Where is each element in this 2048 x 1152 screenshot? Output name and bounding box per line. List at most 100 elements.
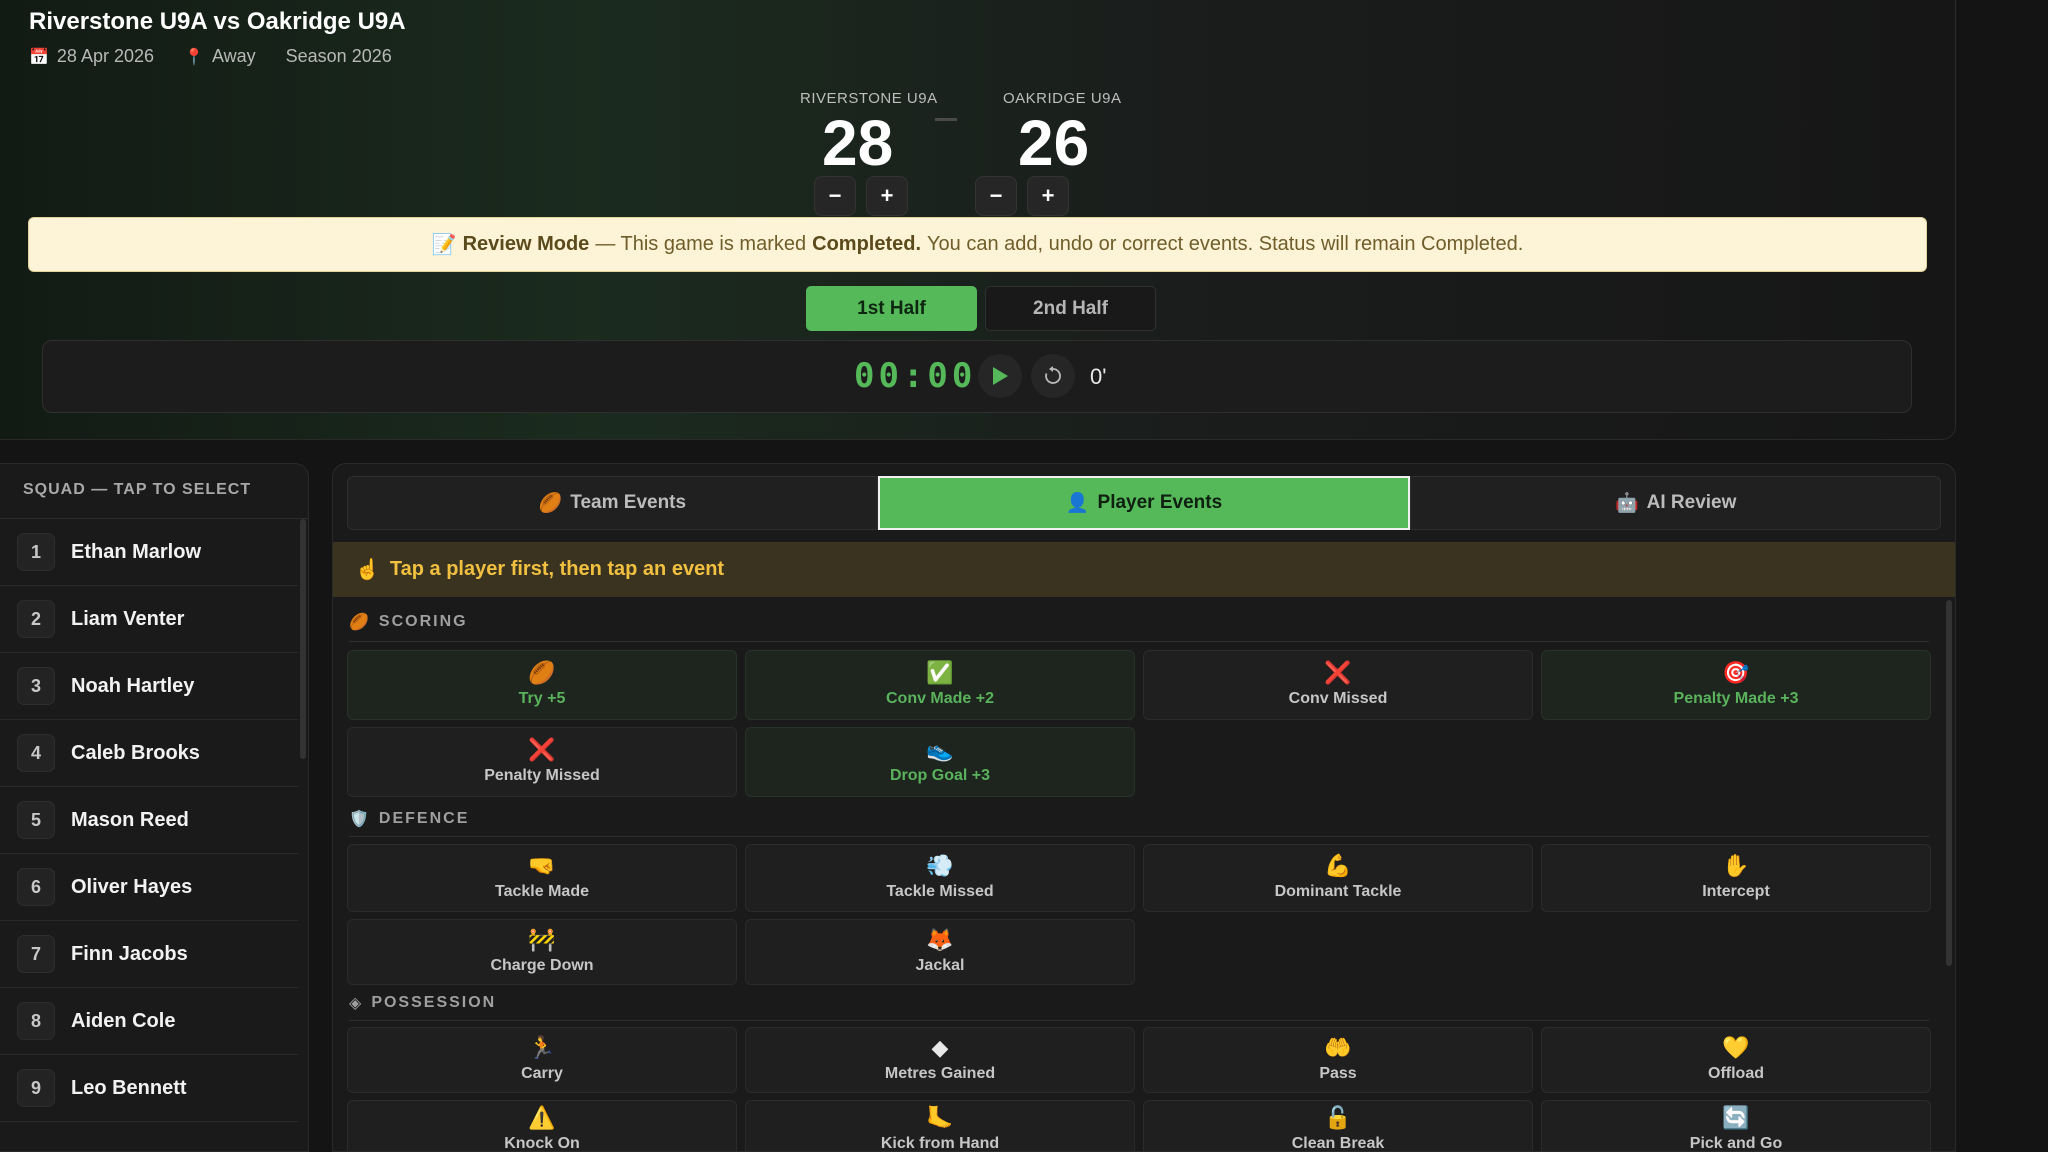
tab-player-events[interactable]: 👤 Player Events — [877, 476, 1411, 530]
event-conv-made-button[interactable]: ✅ Conv Made +2 — [745, 650, 1135, 720]
fist-icon: 🤜 — [528, 853, 556, 878]
score-separator — [935, 118, 957, 121]
event-label: Dominant Tackle — [1274, 883, 1402, 900]
reset-icon — [1045, 366, 1061, 384]
away-score-increment-button[interactable]: + — [1027, 176, 1069, 216]
player-row[interactable]: 4 Caleb Brooks — [0, 720, 298, 787]
cross-icon: ❌ — [528, 737, 556, 762]
shield-icon: 🛡️ — [349, 811, 371, 828]
unlock-icon: 🔓 — [1324, 1105, 1352, 1130]
event-kick-from-hand-button[interactable]: 🦶 Kick from Hand — [745, 1100, 1135, 1152]
player-row[interactable]: 6 Oliver Hayes — [0, 854, 298, 921]
reset-timer-button[interactable] — [1031, 354, 1075, 398]
event-dominant-tackle-button[interactable]: 💪 Dominant Tackle — [1143, 844, 1533, 912]
player-name: Noah Hartley — [71, 674, 195, 697]
events-scrollbar[interactable] — [1946, 600, 1952, 966]
event-label: Tackle Missed — [886, 883, 994, 900]
home-score-decrement-button[interactable]: − — [814, 176, 856, 216]
match-minute: 0' — [1090, 364, 1107, 389]
event-label: Kick from Hand — [880, 1135, 1000, 1152]
player-row[interactable]: 7 Finn Jacobs — [0, 921, 298, 988]
match-header-card: Riverstone U9A vs Oakridge U9A 📅 28 Apr … — [0, 0, 1956, 440]
player-number: 7 — [17, 935, 55, 973]
player-row[interactable]: 3 Noah Hartley — [0, 653, 298, 720]
section-label: POSSESSION — [371, 994, 497, 1011]
warning-icon: ⚠️ — [528, 1105, 556, 1130]
event-label: Pick and Go — [1689, 1135, 1783, 1152]
diamond-icon: ◆ — [931, 1035, 949, 1060]
player-row[interactable]: 5 Mason Reed — [0, 787, 298, 854]
event-tackle-missed-button[interactable]: 💨 Tackle Missed — [745, 844, 1135, 912]
player-number: 1 — [17, 533, 55, 571]
player-number: 9 — [17, 1069, 55, 1107]
match-season: Season 2026 — [285, 46, 392, 66]
calendar-icon: 📅 — [29, 48, 49, 66]
away-score-decrement-button[interactable]: − — [975, 176, 1017, 216]
tab-second-half[interactable]: 2nd Half — [985, 286, 1156, 331]
foot-icon: 🦶 — [926, 1105, 954, 1130]
tab-label: Team Events — [570, 492, 687, 513]
play-button[interactable] — [978, 354, 1022, 398]
player-number: 6 — [17, 868, 55, 906]
player-row[interactable]: 9 Leo Bennett — [0, 1055, 298, 1122]
squad-scrollbar[interactable] — [300, 519, 306, 759]
event-label: Carry — [521, 1065, 563, 1082]
person-icon: 👤 — [1065, 493, 1090, 514]
section-divider — [349, 836, 1929, 837]
event-intercept-button[interactable]: ✋ Intercept — [1541, 844, 1931, 912]
barrier-icon: 🚧 — [528, 927, 556, 952]
event-label: Drop Goal +3 — [889, 767, 991, 784]
event-pass-button[interactable]: 🤲 Pass — [1143, 1027, 1533, 1093]
target-icon: 🎯 — [1722, 660, 1750, 685]
fox-icon: 🦊 — [926, 927, 954, 952]
location-pin-icon: 📍 — [184, 48, 204, 66]
event-knock-on-button[interactable]: ⚠️ Knock On — [347, 1100, 737, 1151]
event-label: Metres Gained — [884, 1065, 996, 1082]
rugby-ball-icon: 🏉 — [538, 493, 563, 514]
event-tackle-made-button[interactable]: 🤜 Tackle Made — [347, 844, 737, 912]
tab-team-events[interactable]: 🏉 Team Events — [347, 476, 878, 530]
squad-panel: SQUAD — TAP TO SELECT 1 Ethan Marlow 2 L… — [0, 463, 309, 1152]
hint-text: Tap a player first, then tap an event — [389, 558, 725, 580]
event-label: Conv Missed — [1288, 690, 1388, 707]
event-penalty-made-button[interactable]: 🎯 Penalty Made +3 — [1541, 650, 1931, 720]
player-name: Caleb Brooks — [71, 741, 200, 764]
home-score: 28 — [822, 107, 894, 179]
event-carry-button[interactable]: 🏃 Carry — [347, 1027, 737, 1093]
event-offload-button[interactable]: 💛 Offload — [1541, 1027, 1931, 1093]
player-name: Mason Reed — [71, 808, 189, 831]
event-penalty-missed-button[interactable]: ❌ Penalty Missed — [347, 727, 737, 797]
away-score: 26 — [1018, 107, 1090, 179]
event-charge-down-button[interactable]: 🚧 Charge Down — [347, 919, 737, 985]
event-label: Penalty Missed — [484, 767, 600, 784]
review-text-after: You can add, undo or correct events. Sta… — [927, 233, 1524, 255]
event-try-button[interactable]: 🏉 Try +5 — [347, 650, 737, 720]
timer-display: 00:00 — [854, 356, 977, 396]
review-text-before: — This game is marked — [595, 233, 807, 255]
event-pick-and-go-button[interactable]: 🔄 Pick and Go — [1541, 1100, 1931, 1152]
tab-first-half[interactable]: 1st Half — [806, 286, 977, 331]
event-metres-gained-button[interactable]: ◆ Metres Gained — [745, 1027, 1135, 1093]
player-row[interactable]: 2 Liam Venter — [0, 586, 298, 653]
event-clean-break-button[interactable]: 🔓 Clean Break — [1143, 1100, 1533, 1151]
section-divider — [349, 641, 1929, 642]
robot-icon: 🤖 — [1614, 493, 1639, 514]
raised-hand-icon: ✋ — [1722, 853, 1750, 878]
open-hands-icon: 🤲 — [1324, 1035, 1352, 1060]
event-label: Penalty Made +3 — [1673, 690, 1799, 707]
section-label: SCORING — [378, 613, 468, 630]
cycle-icon: 🔄 — [1722, 1105, 1750, 1130]
player-row[interactable]: 1 Ethan Marlow — [0, 519, 298, 586]
section-defence: 🛡️ DEFENCE — [349, 809, 469, 829]
player-row[interactable]: 8 Aiden Cole — [0, 988, 298, 1055]
event-jackal-button[interactable]: 🦊 Jackal — [745, 919, 1135, 985]
event-conv-missed-button[interactable]: ❌ Conv Missed — [1143, 650, 1533, 720]
tab-ai-review[interactable]: 🤖 AI Review — [1410, 476, 1942, 530]
home-score-increment-button[interactable]: + — [866, 176, 908, 216]
event-label: Jackal — [915, 957, 965, 974]
event-drop-goal-button[interactable]: 👟 Drop Goal +3 — [745, 727, 1135, 797]
player-name: Leo Bennett — [71, 1076, 187, 1099]
tab-label: Player Events — [1097, 492, 1223, 513]
event-label: Conv Made +2 — [885, 690, 995, 707]
pointing-finger-icon: ☝️ — [355, 559, 380, 581]
